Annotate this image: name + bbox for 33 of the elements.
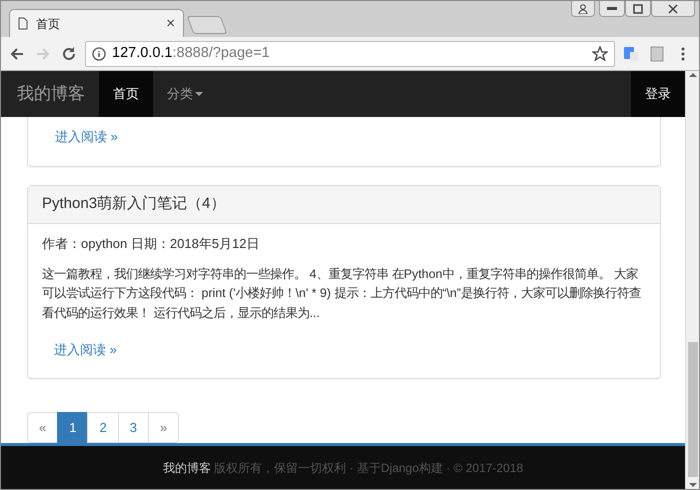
- user-icon: [578, 4, 588, 14]
- browser-tab[interactable]: 首页 ×: [9, 9, 184, 37]
- info-icon: [92, 46, 106, 60]
- scrollbar[interactable]: [685, 71, 699, 489]
- post-meta: 作者：opython 日期：2018年5月12日: [42, 234, 260, 253]
- url-text: 127.0.0.1:8888/?page=1: [112, 44, 271, 63]
- maximize-button[interactable]: [625, 1, 651, 17]
- page-link[interactable]: 3: [118, 412, 149, 444]
- close-button[interactable]: [651, 1, 695, 17]
- page-link[interactable]: 1: [57, 412, 88, 444]
- close-icon: [668, 4, 678, 14]
- profile-button[interactable]: [571, 1, 595, 17]
- minimize-icon: [607, 7, 617, 10]
- scroll-down-icon: [688, 481, 696, 489]
- dropdown-toggle[interactable]: 分类: [153, 71, 217, 117]
- page-icon: [18, 17, 28, 30]
- read-more-link[interactable]: 进入阅读 »: [43, 120, 130, 152]
- page-link[interactable]: 2: [87, 412, 119, 444]
- read-more-link[interactable]: 进入阅读 »: [42, 334, 129, 366]
- post-excerpt: 这一篇教程，我们继续学习对字符串的一些操作。 4、重复字符串 在Python中，重复字符串的操作很简单。 大家可以尝试运行下方这段代码： print ('小楼好帅！\n' * 9) 提示：上方代码中的“\n”是换行符，大家可以删除换行符查看代码的运行效果！ 运行代码之后，显示的结果为...: [42, 266, 642, 322]
- footer-text: 我的博客 版权所有，保留一切权利 · 基于Django构建 · © 2017-2018: [162, 460, 524, 477]
- scrollbar-thumb[interactable]: [688, 342, 698, 477]
- address-bar[interactable]: 127.0.0.1:8888/?page=1: [85, 40, 615, 66]
- star-icon: [592, 46, 608, 62]
- caret-icon: [195, 92, 203, 96]
- maximize-icon: [633, 4, 643, 14]
- post-title: Python3萌新入门笔记（4）: [28, 186, 660, 224]
- login-link[interactable]: 登录: [631, 71, 685, 117]
- site-brand[interactable]: 我的博客: [1, 71, 99, 117]
- page-link[interactable]: »: [148, 412, 180, 444]
- nav-link[interactable]: 首页: [99, 71, 153, 117]
- minimize-button[interactable]: [599, 1, 625, 17]
- page-link[interactable]: «: [27, 412, 58, 444]
